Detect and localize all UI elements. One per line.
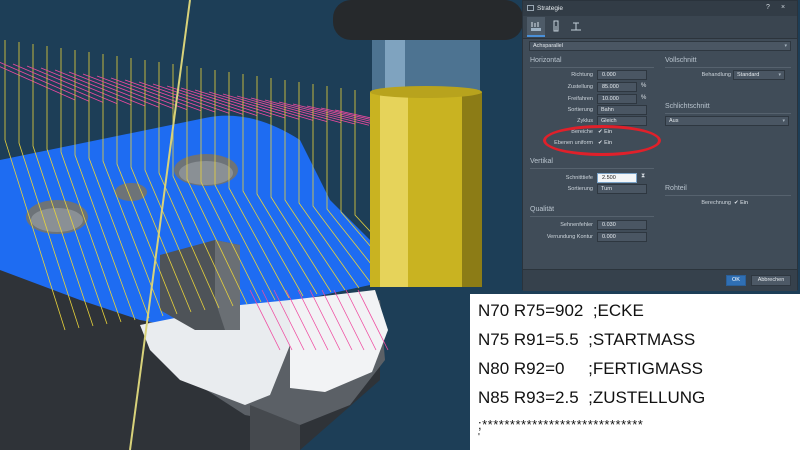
schnitttiefe-field[interactable]: 2.500 (597, 173, 637, 183)
sehnenfehler-field[interactable]: 0.030 (597, 220, 647, 230)
cancel-button[interactable]: Abbrechen (751, 275, 791, 286)
label-verrundung-kontur: Verrundung Kontur (546, 234, 593, 240)
divider (665, 67, 791, 68)
chevron-down-icon: ▾ (784, 43, 787, 49)
divider (665, 113, 791, 114)
divider (530, 67, 654, 68)
schlichtschnitt-select[interactable]: Aus ▾ (665, 116, 789, 126)
divider (530, 168, 654, 169)
dialog-title: Strategie (537, 5, 564, 12)
tab-tool[interactable] (547, 17, 565, 37)
divider (665, 195, 791, 196)
zustellung-unit: % (641, 83, 647, 89)
zyklus-value: Gleich (601, 118, 617, 124)
nc-code-panel: N70 R75=902 ;ECKE N75 R91=5.5 ;STARTMASS… (470, 294, 800, 450)
label-behandlung: Behandlung (701, 72, 731, 78)
dialog-titlebar[interactable]: Strategie ? × (523, 1, 797, 17)
help-button[interactable]: ? (766, 4, 770, 11)
sortierung-vertikal-value: Turn (601, 186, 613, 192)
settings-tab-icon (571, 22, 581, 31)
code-line: N70 R75=902 ;ECKE (478, 301, 644, 320)
code-comment-stars: ;***************************** (478, 417, 644, 432)
behandlung-value: Standard (737, 72, 760, 78)
sortierung-vertikal-select[interactable]: Turn (597, 184, 647, 194)
code-tail: ' (478, 432, 480, 443)
strategy-tab-icon (531, 22, 541, 31)
section-vertikal: Vertikal (530, 158, 553, 165)
code-line: N75 R91=5.5 ;STARTMASS (478, 330, 696, 349)
richtung-field[interactable]: 0.000 (597, 70, 647, 80)
section-horizontal: Horizontal (530, 57, 562, 64)
label-zyklus: Zyklus (577, 118, 593, 124)
behandlung-select[interactable]: Standard ▾ (733, 70, 785, 80)
sortierung-select[interactable]: Bahn (597, 105, 647, 115)
dialog-app-icon (527, 5, 534, 11)
close-button[interactable]: × (781, 4, 785, 11)
label-schnitttiefe: Schnitttiefe (565, 175, 593, 181)
label-berechnung: Berechnung (701, 200, 731, 206)
strategy-select-value: Achsparallel (533, 43, 563, 49)
divider (530, 216, 654, 217)
section-schlichtschnitt: Schlichtschnitt (665, 103, 710, 110)
verrundung-kontur-field[interactable]: 0.000 (597, 232, 647, 242)
label-sortierung-vertikal: Sortierung (567, 186, 593, 192)
section-rohteil: Rohteil (665, 185, 687, 192)
sortierung-value: Bahn (601, 107, 614, 113)
code-line: N85 R93=2.5 ;ZUSTELLUNG (478, 388, 706, 407)
freifahren-unit: % (641, 95, 647, 101)
label-sehnenfehler: Sehnenfehler (560, 222, 593, 228)
berechnung-value: Ein (740, 200, 749, 206)
tab-strategy[interactable] (527, 17, 545, 37)
dialog-tabbar (523, 16, 797, 39)
code-line: N80 R92=0 ;FERTIGMASS (478, 359, 704, 378)
ok-button[interactable]: OK (726, 275, 746, 286)
tool-tab-icon (553, 20, 559, 32)
label-zustellung: Zustellung (567, 84, 593, 90)
berechnung-checkbox[interactable]: ✔ Ein (734, 200, 748, 206)
edit-icon[interactable]: ⧗ (641, 173, 645, 180)
label-sortierung: Sortierung (567, 107, 593, 113)
tab-settings[interactable] (567, 17, 585, 37)
annotation-highlight-ring (543, 125, 661, 156)
label-richtung: Richtung (571, 72, 593, 78)
section-qualitaet: Qualität (530, 206, 555, 213)
zustellung-field[interactable]: 85.000 (597, 82, 637, 92)
label-freifahren: Freifahren (567, 96, 593, 102)
chevron-down-icon: ▾ (778, 72, 781, 78)
strategy-select[interactable]: Achsparallel ▾ (529, 41, 791, 51)
chevron-down-icon: ▾ (782, 118, 785, 124)
section-vollschnitt: Vollschnitt (665, 57, 697, 64)
schlichtschnitt-value: Aus (669, 118, 679, 124)
freifahren-field[interactable]: 10.000 (597, 94, 637, 104)
